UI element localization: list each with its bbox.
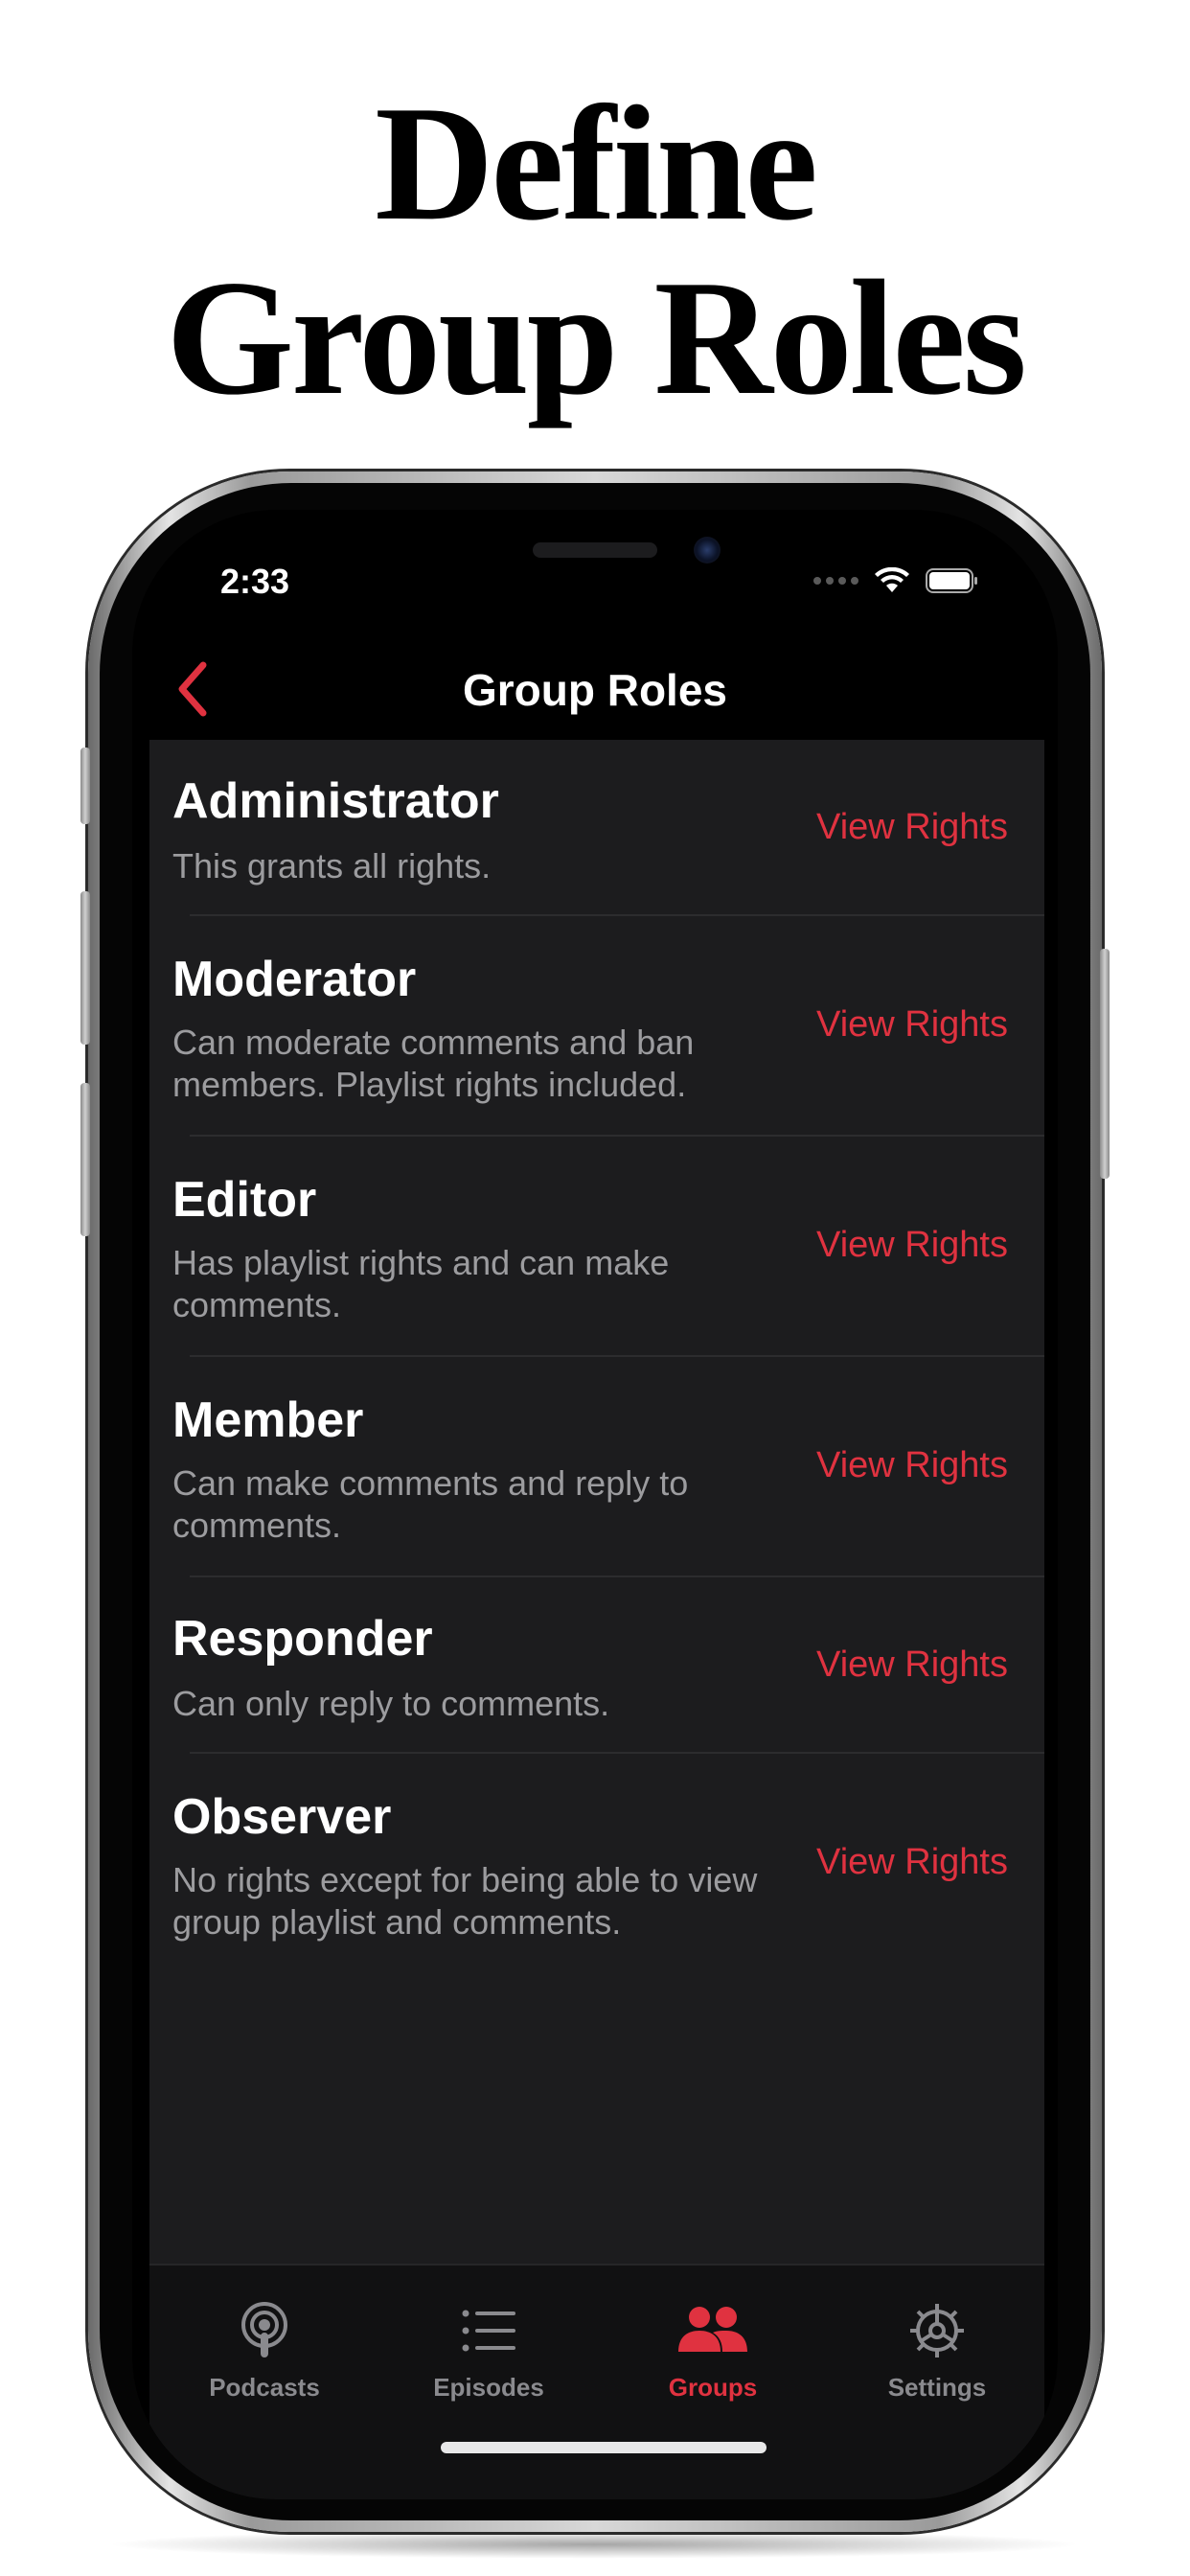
role-title: Member <box>172 1392 364 1448</box>
view-rights-button[interactable]: View Rights <box>816 807 1008 848</box>
home-indicator[interactable] <box>441 2442 767 2453</box>
tab-label: Groups <box>668 2373 758 2402</box>
tab-label: Episodes <box>433 2373 544 2402</box>
tab-settings[interactable]: Settings <box>832 2300 1042 2403</box>
role-description: Can make comments and reply to comments. <box>172 1463 689 1545</box>
view-rights-button[interactable]: View Rights <box>816 1445 1008 1486</box>
role-title: Administrator <box>172 773 499 829</box>
cellular-signal-icon <box>813 577 858 585</box>
view-rights-button[interactable]: View Rights <box>816 1842 1008 1883</box>
promo-headline: Define Group Roles <box>0 77 1190 426</box>
role-title: Responder <box>172 1611 433 1667</box>
phone-shadow <box>105 2530 1083 2559</box>
tab-episodes[interactable]: Episodes <box>383 2300 594 2403</box>
role-list: Administrator This grants all rights. Vi… <box>149 740 1044 2273</box>
wifi-icon <box>875 567 909 592</box>
view-rights-button[interactable]: View Rights <box>816 1004 1008 1046</box>
silent-switch <box>80 748 90 824</box>
podcast-icon <box>241 2302 287 2358</box>
battery-icon <box>926 568 977 593</box>
status-icons <box>813 567 979 594</box>
role-description: Can only reply to comments. <box>172 1684 610 1723</box>
role-title: Editor <box>172 1172 317 1228</box>
role-row-editor[interactable]: Editor Has playlist rights and can make … <box>149 1137 1044 1357</box>
role-row-member[interactable]: Member Can make comments and reply to co… <box>149 1357 1044 1577</box>
tab-label: Podcasts <box>209 2373 320 2402</box>
volume-down-button <box>80 1083 90 1236</box>
status-time: 2:33 <box>220 562 290 601</box>
tab-bar: Podcasts Episodes Groups Settings <box>149 2264 1044 2499</box>
headline-line-1: Define <box>375 73 818 255</box>
view-rights-button[interactable]: View Rights <box>816 1225 1008 1266</box>
view-rights-button[interactable]: View Rights <box>816 1644 1008 1686</box>
power-button <box>1100 949 1110 1179</box>
role-description: Has playlist rights and can make comment… <box>172 1243 670 1324</box>
phone-screen: 2:33 Group Roles Administrator This gran… <box>132 510 1058 2499</box>
role-row-moderator[interactable]: Moderator Can moderate comments and ban … <box>149 916 1044 1137</box>
tab-groups[interactable]: Groups <box>607 2300 818 2403</box>
list-icon <box>462 2310 515 2352</box>
nav-title: Group Roles <box>462 665 728 715</box>
headline-line-2: Group Roles <box>166 247 1027 429</box>
role-row-administrator[interactable]: Administrator This grants all rights. Vi… <box>149 740 1044 916</box>
role-description: No rights except for being able to view … <box>172 1860 758 1942</box>
people-icon <box>678 2307 747 2352</box>
role-row-observer[interactable]: Observer No rights except for being able… <box>149 1754 1044 1974</box>
tab-label: Settings <box>887 2373 987 2402</box>
role-title: Observer <box>172 1789 392 1845</box>
role-title: Moderator <box>172 952 417 1007</box>
speaker-grille <box>533 542 657 558</box>
role-description: This grants all rights. <box>172 846 492 886</box>
tab-podcasts[interactable]: Podcasts <box>159 2300 370 2403</box>
role-row-responder[interactable]: Responder Can only reply to comments. Vi… <box>149 1577 1044 1754</box>
role-description: Can moderate comments and ban members. P… <box>172 1023 695 1104</box>
volume-up-button <box>80 891 90 1045</box>
gear-icon <box>910 2304 964 2358</box>
front-camera <box>694 537 721 564</box>
